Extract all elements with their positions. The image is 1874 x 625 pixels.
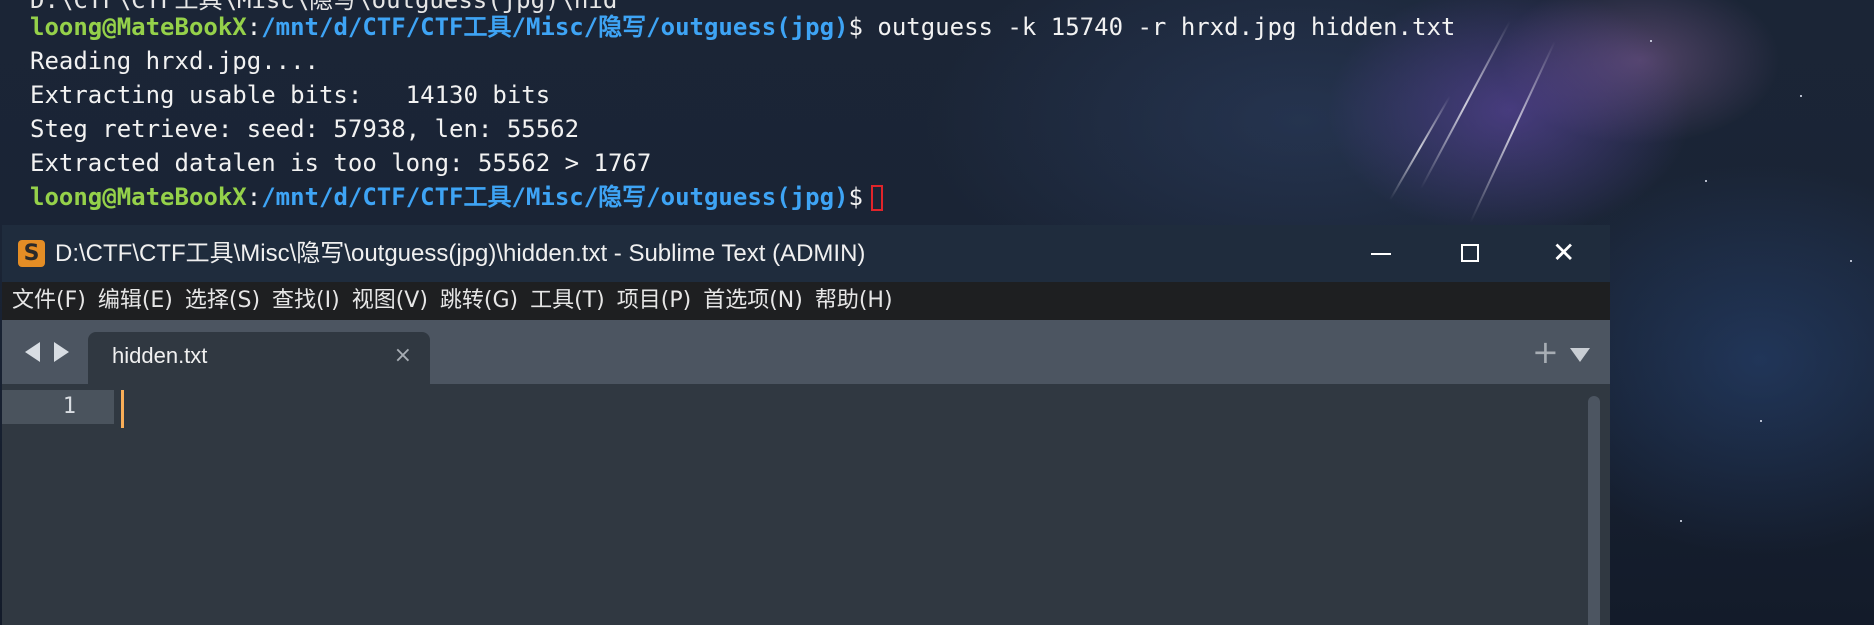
maximize-button[interactable]: [1426, 225, 1514, 282]
menu-tools[interactable]: 工具(T): [524, 282, 611, 320]
terminal-cursor[interactable]: [870, 185, 883, 211]
tab-close-icon[interactable]: ×: [394, 332, 412, 384]
tab-label: hidden.txt: [112, 343, 208, 368]
sublime-app-icon[interactable]: S: [18, 240, 45, 267]
menu-find[interactable]: 查找(I): [266, 282, 346, 320]
tab-nav-right-icon[interactable]: [54, 342, 69, 362]
prompt-command: outguess -k 15740 -r hrxd.jpg hidden.txt: [862, 13, 1456, 41]
terminal-output-line: Extracting usable bits: 14130 bits: [30, 81, 551, 109]
menu-selection[interactable]: 选择(S): [179, 282, 266, 320]
menu-project[interactable]: 项目(P): [611, 282, 697, 320]
title-bar[interactable]: S D:\CTF\CTF工具\Misc\隐写\outguess(jpg)\hid…: [2, 225, 1610, 282]
menu-help[interactable]: 帮助(H): [809, 282, 899, 320]
gutter-current-line: 1: [2, 390, 114, 424]
maximize-icon: [1461, 244, 1479, 262]
menu-file[interactable]: 文件(F): [2, 282, 92, 320]
menu-edit[interactable]: 编辑(E): [92, 282, 179, 320]
star: [1850, 260, 1852, 262]
star: [1760, 420, 1762, 422]
tab-nav-left-icon[interactable]: [25, 342, 40, 362]
menu-bar: 文件(F) 编辑(E) 选择(S) 查找(I) 视图(V) 跳转(G) 工具(T) 项目(P)…: [2, 282, 1610, 320]
menu-goto[interactable]: 跳转(G): [434, 282, 524, 320]
terminal-output-line: Extracted datalen is too long: 55562 > 1…: [30, 149, 652, 177]
close-button[interactable]: ✕: [1520, 225, 1608, 282]
tab-hidden-txt[interactable]: hidden.txt ×: [88, 332, 430, 384]
prompt-dollar: $: [848, 13, 863, 41]
prompt-user: loong@MateBookX: [30, 183, 247, 211]
prompt-user: loong@MateBookX: [30, 13, 247, 41]
close-icon: ✕: [1552, 236, 1576, 269]
prompt-colon: :: [246, 13, 262, 41]
terminal-output-line: Steg retrieve: seed: 57938, len: 55562: [30, 115, 580, 143]
menu-preferences[interactable]: 首选项(N): [697, 282, 809, 320]
prompt-dollar: $: [848, 183, 863, 211]
tab-bar: hidden.txt × +: [2, 320, 1610, 384]
star: [1680, 520, 1682, 522]
text-cursor: [121, 390, 124, 428]
minimize-icon: [1371, 253, 1391, 255]
minimize-button[interactable]: [1338, 225, 1426, 282]
vertical-scrollbar[interactable]: [1588, 396, 1600, 625]
prompt-path: /mnt/d/CTF/CTF工具/Misc/隐写/outguess(jpg): [261, 13, 849, 41]
sublime-text-window: S D:\CTF\CTF工具\Misc\隐写\outguess(jpg)\hid…: [2, 225, 1610, 625]
line-number: 1: [62, 394, 76, 419]
terminal-prompt-1: loong@MateBookX:/mnt/d/CTF/CTF工具/Misc/隐写…: [30, 11, 1455, 43]
terminal-output-line: Reading hrxd.jpg....: [30, 47, 319, 75]
editor-area[interactable]: 1: [2, 384, 1610, 625]
prompt-path: /mnt/d/CTF/CTF工具/Misc/隐写/outguess(jpg): [261, 183, 849, 211]
terminal-window: D:\CTF\CTF工具\Misc\隐写\outguess(jpg)\hid l…: [0, 0, 1874, 225]
prompt-colon: :: [246, 183, 262, 211]
terminal-prompt-2[interactable]: loong@MateBookX:/mnt/d/CTF/CTF工具/Misc/隐写…: [30, 181, 883, 213]
new-tab-plus-icon[interactable]: +: [1532, 332, 1559, 372]
menu-view[interactable]: 视图(V): [346, 282, 434, 320]
tab-list-chevron-down-icon[interactable]: [1570, 348, 1590, 362]
window-title: D:\CTF\CTF工具\Misc\隐写\outguess(jpg)\hidde…: [55, 240, 866, 267]
